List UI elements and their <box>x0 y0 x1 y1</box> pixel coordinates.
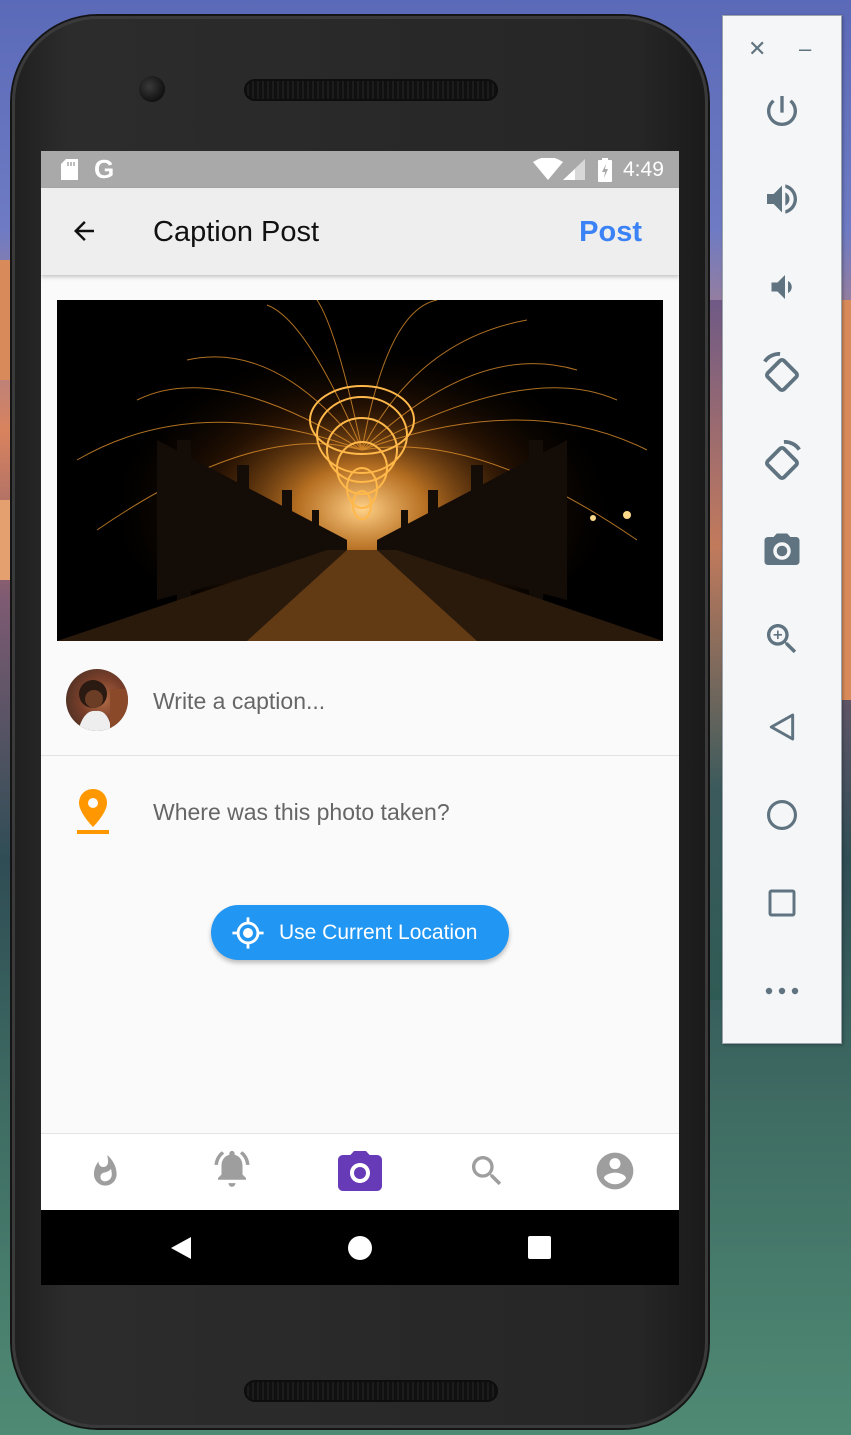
bottom-speaker <box>244 1380 498 1402</box>
overview-button[interactable] <box>759 880 805 926</box>
rotate-left-icon <box>763 352 799 392</box>
earpiece-speaker <box>244 79 498 101</box>
clock: 4:49 <box>623 158 664 181</box>
account-icon <box>596 1152 634 1190</box>
volume-down-icon <box>771 275 792 299</box>
location-row <box>41 757 679 867</box>
volume-up-button[interactable] <box>759 176 805 222</box>
nav-item-search[interactable] <box>462 1146 512 1196</box>
system-overview-icon[interactable] <box>528 1236 551 1259</box>
steel-wool-photo <box>57 300 663 641</box>
nav-item-camera[interactable] <box>335 1146 385 1196</box>
system-navigation-bar <box>41 1210 679 1285</box>
system-back-icon[interactable] <box>169 1236 193 1260</box>
back-button[interactable] <box>759 704 805 750</box>
page-title: Caption Post <box>153 216 320 248</box>
volume-up-icon <box>767 184 797 214</box>
power-icon <box>767 96 797 126</box>
volume-down-button[interactable] <box>759 264 805 310</box>
phone-screen: G 4:49 Caption Post Post Write a caption… <box>41 151 679 1285</box>
use-current-location-label: Use Current Location <box>279 921 478 944</box>
nav-item-flame[interactable] <box>80 1146 130 1196</box>
close-icon[interactable]: ✕ <box>748 36 766 62</box>
back-icon <box>769 713 795 741</box>
flame-icon <box>93 1154 117 1186</box>
nav-item-notifications[interactable] <box>207 1146 257 1196</box>
minimize-icon[interactable]: – <box>799 36 811 62</box>
nav-item-profile[interactable] <box>590 1146 640 1196</box>
zoom-icon <box>767 624 797 654</box>
rotate-left-button[interactable] <box>759 352 805 398</box>
app-bar: Caption Post Post <box>41 188 679 275</box>
rotate-right-button[interactable] <box>759 440 805 486</box>
overview-icon <box>768 889 796 917</box>
zoom-button[interactable] <box>759 616 805 662</box>
front-camera <box>139 76 165 102</box>
location-input[interactable] <box>153 797 633 827</box>
screenshot-icon <box>764 533 800 565</box>
more-button[interactable] <box>759 968 805 1014</box>
google-icon: G <box>94 154 115 184</box>
caption-row <box>41 656 679 756</box>
rotate-right-icon <box>765 440 801 480</box>
crosshair-icon <box>232 917 264 949</box>
home-icon <box>766 799 798 831</box>
use-current-location-button[interactable]: Use Current Location <box>211 905 509 960</box>
status-bar: G 4:49 <box>41 151 679 188</box>
power-button[interactable] <box>759 88 805 134</box>
bottom-navigation <box>41 1133 679 1210</box>
camera-icon <box>338 1151 382 1191</box>
bell-icon <box>214 1150 250 1187</box>
location-pin-icon <box>77 789 109 834</box>
battery-icon <box>598 158 612 182</box>
post-photo <box>57 300 663 641</box>
search-icon <box>472 1156 502 1186</box>
avatar <box>66 669 128 731</box>
background-mountain <box>842 300 851 700</box>
emulator-toolbar: ✕ – <box>722 15 842 1044</box>
home-button[interactable] <box>759 792 805 838</box>
cell-signal-icon <box>563 159 585 180</box>
more-icon <box>765 987 799 995</box>
caption-input[interactable] <box>153 686 633 716</box>
post-button[interactable]: Post <box>579 214 642 250</box>
system-home-icon[interactable] <box>347 1235 373 1261</box>
sd-card-icon <box>61 159 78 180</box>
wifi-icon <box>533 158 563 180</box>
screenshot-button[interactable] <box>759 528 805 574</box>
back-arrow-icon[interactable] <box>69 216 99 246</box>
